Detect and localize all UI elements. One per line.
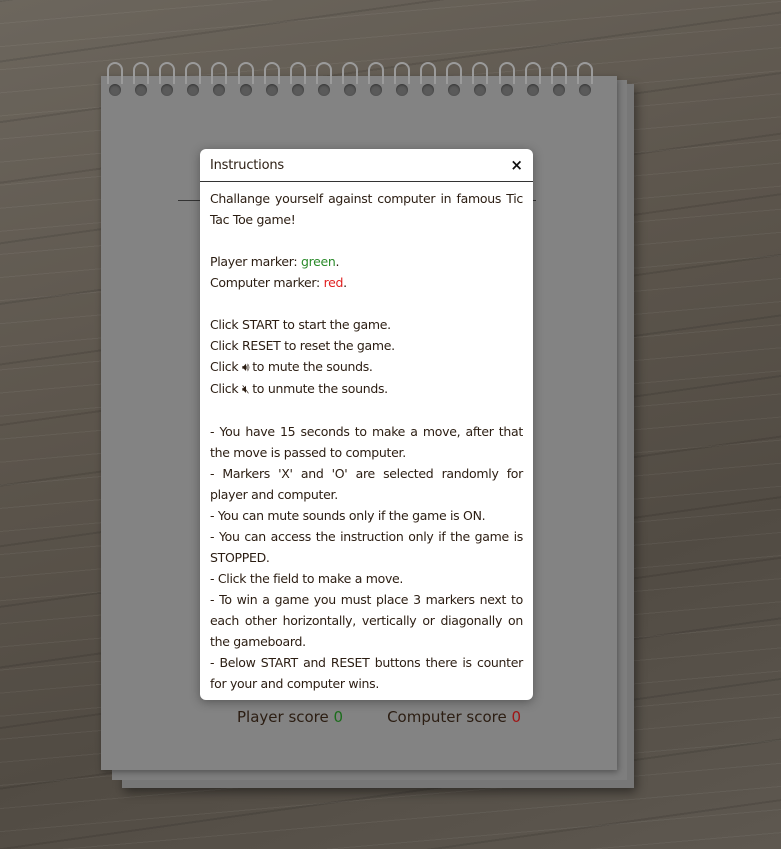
player-score-label: Player score <box>237 708 334 726</box>
close-button[interactable]: × <box>510 157 523 173</box>
spiral-ring <box>210 60 228 98</box>
player-marker-color: green <box>300 254 336 269</box>
spiral-ring <box>315 60 333 98</box>
modal-title: Instructions <box>210 157 284 173</box>
player-score: Player score 0 <box>237 708 343 726</box>
player-marker-line: Player marker: green. <box>210 254 340 269</box>
rule-item: - To win a game you must place 3 markers… <box>210 592 523 649</box>
rule-item: - Below START and RESET buttons there is… <box>210 655 523 691</box>
player-score-value: 0 <box>333 708 344 726</box>
spiral-ring <box>289 60 307 98</box>
instructions-modal: Instructions × Challange yourself agains… <box>200 149 533 700</box>
computer-marker-color: red <box>323 275 344 290</box>
spiral-ring <box>419 60 437 98</box>
spiral-ring <box>184 60 202 98</box>
spiral-ring <box>341 60 359 98</box>
spiral-ring <box>576 60 594 98</box>
rule-item: - Click the field to make a move. <box>210 571 404 586</box>
spiral-ring <box>524 60 542 98</box>
unmute-instruction: Click 🔇︎ to unmute the sounds. <box>210 381 388 396</box>
reset-instruction: Click RESET to reset the game. <box>210 338 395 353</box>
spiral-ring <box>237 60 255 98</box>
rule-item: - You have 15 seconds to make a move, af… <box>210 424 523 460</box>
spiral-ring <box>263 60 281 98</box>
spiral-ring <box>393 60 411 98</box>
modal-header: Instructions × <box>200 149 533 182</box>
computer-score-value: 0 <box>511 708 522 726</box>
modal-body: Challange yourself against computer in f… <box>200 182 533 694</box>
spiral-ring <box>106 60 124 98</box>
spiral-ring <box>367 60 385 98</box>
rule-item: - You can mute sounds only if the game i… <box>210 508 486 523</box>
spiral-ring <box>158 60 176 98</box>
score-bar: Player score 0 Computer score 0 <box>237 708 521 726</box>
spiral-ring <box>550 60 568 98</box>
spiral-ring <box>132 60 150 98</box>
spiral-ring <box>498 60 516 98</box>
start-instruction: Click START to start the game. <box>210 317 391 332</box>
mute-instruction: Click 🔊︎ to mute the sounds. <box>210 359 373 374</box>
computer-score: Computer score 0 <box>387 708 521 726</box>
intro-text: Challange yourself against computer in f… <box>210 191 523 227</box>
notebook-spiral <box>106 60 606 100</box>
spiral-ring <box>471 60 489 98</box>
computer-score-label: Computer score <box>387 708 512 726</box>
spiral-ring <box>445 60 463 98</box>
computer-marker-line: Computer marker: red. <box>210 275 347 290</box>
rule-item: - You can access the instruction only if… <box>210 529 523 565</box>
rule-item: - Markers 'X' and 'O' are selected rando… <box>210 466 523 502</box>
